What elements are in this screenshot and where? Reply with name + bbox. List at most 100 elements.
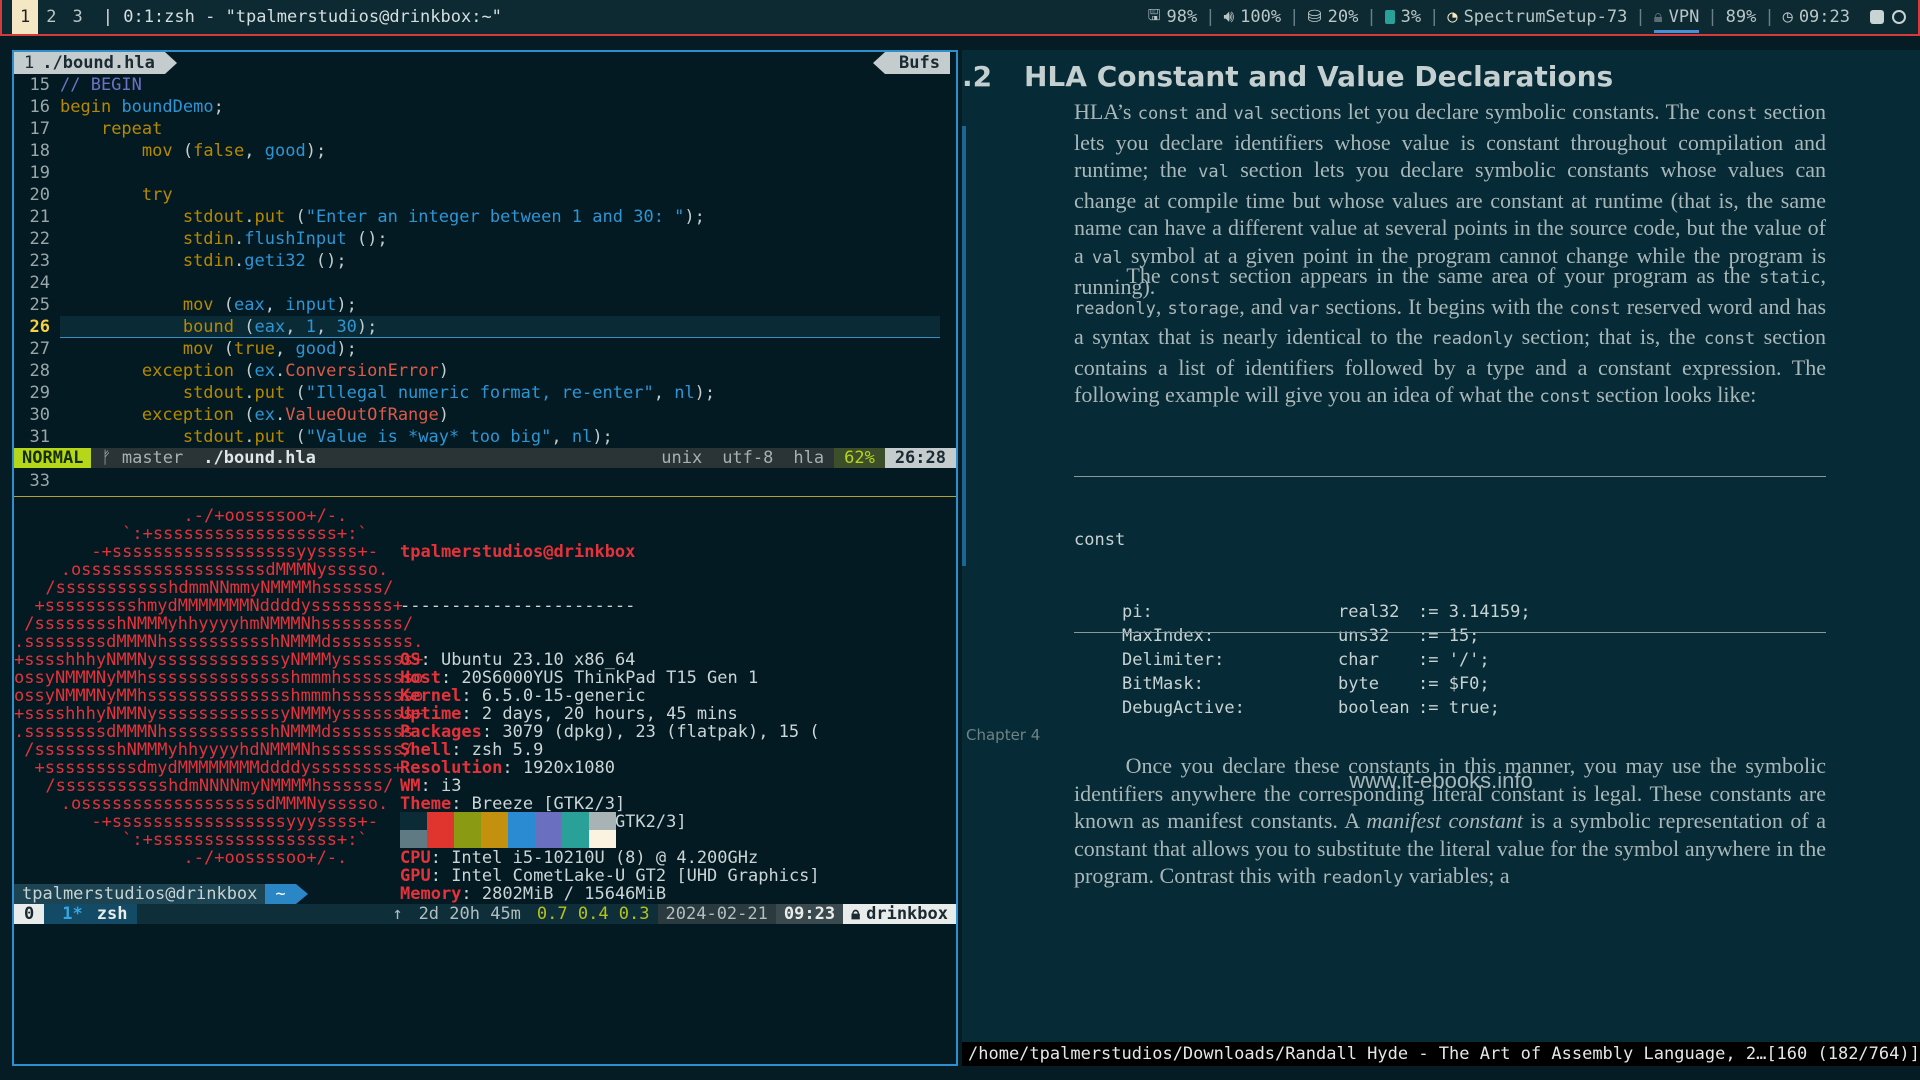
code-line[interactable]: 23 stdin.geti32 (); [14,250,956,272]
code-line[interactable]: 24 [14,272,956,294]
tmux-hostname: drinkbox [866,904,948,924]
tmux-window-name: zsh [96,904,128,924]
const-name: BitMask: [1122,674,1204,694]
code-line[interactable]: 25 mov (eax, input); [14,294,956,316]
line-text: stdin.geti32 (); [182,251,347,271]
terminal-window[interactable]: 1 ./bound.hla Bufs 15 // BEGIN 16 begin bou… [12,50,958,1066]
vpn-status[interactable]: 🔒︎ VPN [1648,7,1706,33]
pane-divider[interactable] [14,496,956,497]
const-type: char [1338,650,1379,670]
palette-swatch [427,830,454,848]
logo-line: +sssshhhyNMMNyssssssssssssyNMMMysssssss+ [14,650,424,670]
line-text: bound (eax, 1, 30); [60,316,940,338]
info-row: GPU: Intel CometLake-U GT2 [UHD Graphics… [400,867,820,885]
info-key: Packages [400,722,482,742]
vim-mode-indicator: NORMAL [14,448,92,468]
line-text: repeat [100,119,163,139]
pdf-viewer[interactable]: .2 HLA Constant and Value Declarations H… [962,50,1920,1066]
code-line[interactable]: 17 repeat [14,118,956,140]
logo-line: .ssssssssdMMMNhsssssssssshNMMMdssssssss. [14,722,424,742]
info-value: : zsh 5.9 [451,740,544,760]
info-value: : 6.5.0-15-generic [461,686,646,706]
cpu-status: 3% [1379,7,1427,27]
tmux-host: 🔒︎ drinkbox [843,904,956,924]
tray-settings-icon[interactable] [1892,10,1906,24]
info-row: Shell: zsh 5.9 [400,741,820,759]
neofetch-info: tpalmerstudios@drinkbox ----------------… [400,507,820,939]
shell-prompt[interactable]: tpalmerstudios@drinkbox ~ [14,884,309,904]
tray-app-icon[interactable] [1870,10,1884,24]
info-row: Theme: Breeze [GTK2/3] [400,795,820,813]
const-value: := true; [1418,698,1500,718]
line-text: begin boundDemo; [60,97,224,117]
palette-swatch [562,830,589,848]
vim-buffer-tab[interactable]: 1 ./bound.hla [14,52,177,74]
code-line[interactable]: 15 // BEGIN [14,74,956,96]
line-number: 26 [29,317,50,337]
file-format: unix [661,448,703,468]
const-value: := '/'; [1418,650,1490,670]
code-line[interactable]: 20 try [14,184,956,206]
palette-swatch [454,830,481,848]
prompt-directory: ~ [265,884,309,904]
separator: | [1764,7,1775,27]
code-line[interactable]: 26 bound (eax, 1, 30); [14,316,956,338]
separator: | [1635,7,1646,27]
wifi-icon: ◔ [1447,7,1458,27]
code-line[interactable]: 31 stdout.put ("Value is *way* too big",… [14,426,956,448]
line-number: 27 [29,339,50,359]
code-line[interactable]: 33 [14,470,956,492]
info-value: : Breeze [GTK2/3] [451,794,626,814]
const-name: pi: [1122,602,1153,622]
section-number: .2 [962,60,993,93]
vim-statusline: NORMAL ᚠ master ./bound.hla unix utf-8 h… [14,448,956,468]
workspace-2-button[interactable]: 2 [38,0,64,34]
code-line[interactable]: 16 begin boundDemo; [14,96,956,118]
logo-line: ossyNMMMNyMMhsssssssssssssshmmmhssssssso [14,686,424,706]
code-line[interactable]: 30 exception (ex.ValueOutOfRange) [14,404,956,426]
line-number: 18 [29,141,50,161]
tmux-window-tab[interactable]: 1* zsh [44,904,138,924]
code-line[interactable]: 19 [14,162,956,184]
const-row: DebugActive: boolean:= true; [1074,696,1826,720]
clock-icon: ◷ [1782,7,1793,27]
line-text: mov (false, good); [141,141,327,161]
vim-tabline: 1 ./bound.hla Bufs [14,52,956,74]
tmux-window-index: 1* [62,904,83,924]
info-row: WM: i3 [400,777,820,795]
info-value: : Intel i5-10210U (8) @ 4.200GHz [430,848,759,868]
code-line[interactable]: 22 stdin.flushInput (); [14,228,956,250]
section-title: HLA Constant and Value Declarations [1024,60,1614,93]
vim-code-area[interactable]: 15// BEGIN 16 begin boundDemo; 17 repeat 18 … [14,74,956,492]
code-line[interactable]: 21 stdout.put ("Enter an integer between… [14,206,956,228]
palette-swatch [589,830,616,848]
line-text: stdout.put ("Enter an integer between 1 … [182,207,705,227]
info-key: CPU [400,848,431,868]
palette-swatch [508,812,535,830]
code-line[interactable]: 27 mov (true, good); [14,338,956,360]
code-line[interactable]: 29 stdout.put ("Illegal numeric format, … [14,382,956,404]
logo-line: /sssssssshNMMMyhhyyyyhdNMMMNhssssssss/ [14,740,414,760]
workspace-1-button[interactable]: 1 [12,0,39,34]
info-key: Kernel [400,686,462,706]
code-line[interactable]: 28 exception (ex.ConversionError) [14,360,956,382]
logo-line: -+ssssssssssssssssssyyssss+- [30,542,378,562]
speaker-icon: 🔊︎ [1223,7,1235,27]
line-text: mov (true, good); [182,339,357,359]
info-key: Shell [400,740,452,760]
line-text: exception (ex.ValueOutOfRange) [141,405,450,425]
workspace-3-button[interactable]: 3 [65,0,91,34]
logo-line: -+sssssssssssssssssyyyssss+- [30,812,378,832]
logo-line: +ssssssssshmydMMMMMMMNddddyssssssss+ [14,596,403,616]
info-row: OS: Ubuntu 23.10 x86_64 [400,651,820,669]
line-number: 33 [29,471,50,491]
tmux-session[interactable]: 0 [14,904,45,924]
logo-line: ossyNMMMNyMMhsssssssssssssshmmmhssssssso [14,668,424,688]
tray [1856,10,1912,24]
code-line[interactable]: 18 mov (false, good); [14,140,956,162]
file-encoding: utf-8 [722,448,774,468]
line-number: 23 [29,251,50,271]
wifi-status[interactable]: ◔ SpectrumSetup-73 [1441,7,1633,27]
git-branch: ᚠ master [101,448,184,468]
volume-status[interactable]: 🔊︎ 100% [1217,7,1287,27]
